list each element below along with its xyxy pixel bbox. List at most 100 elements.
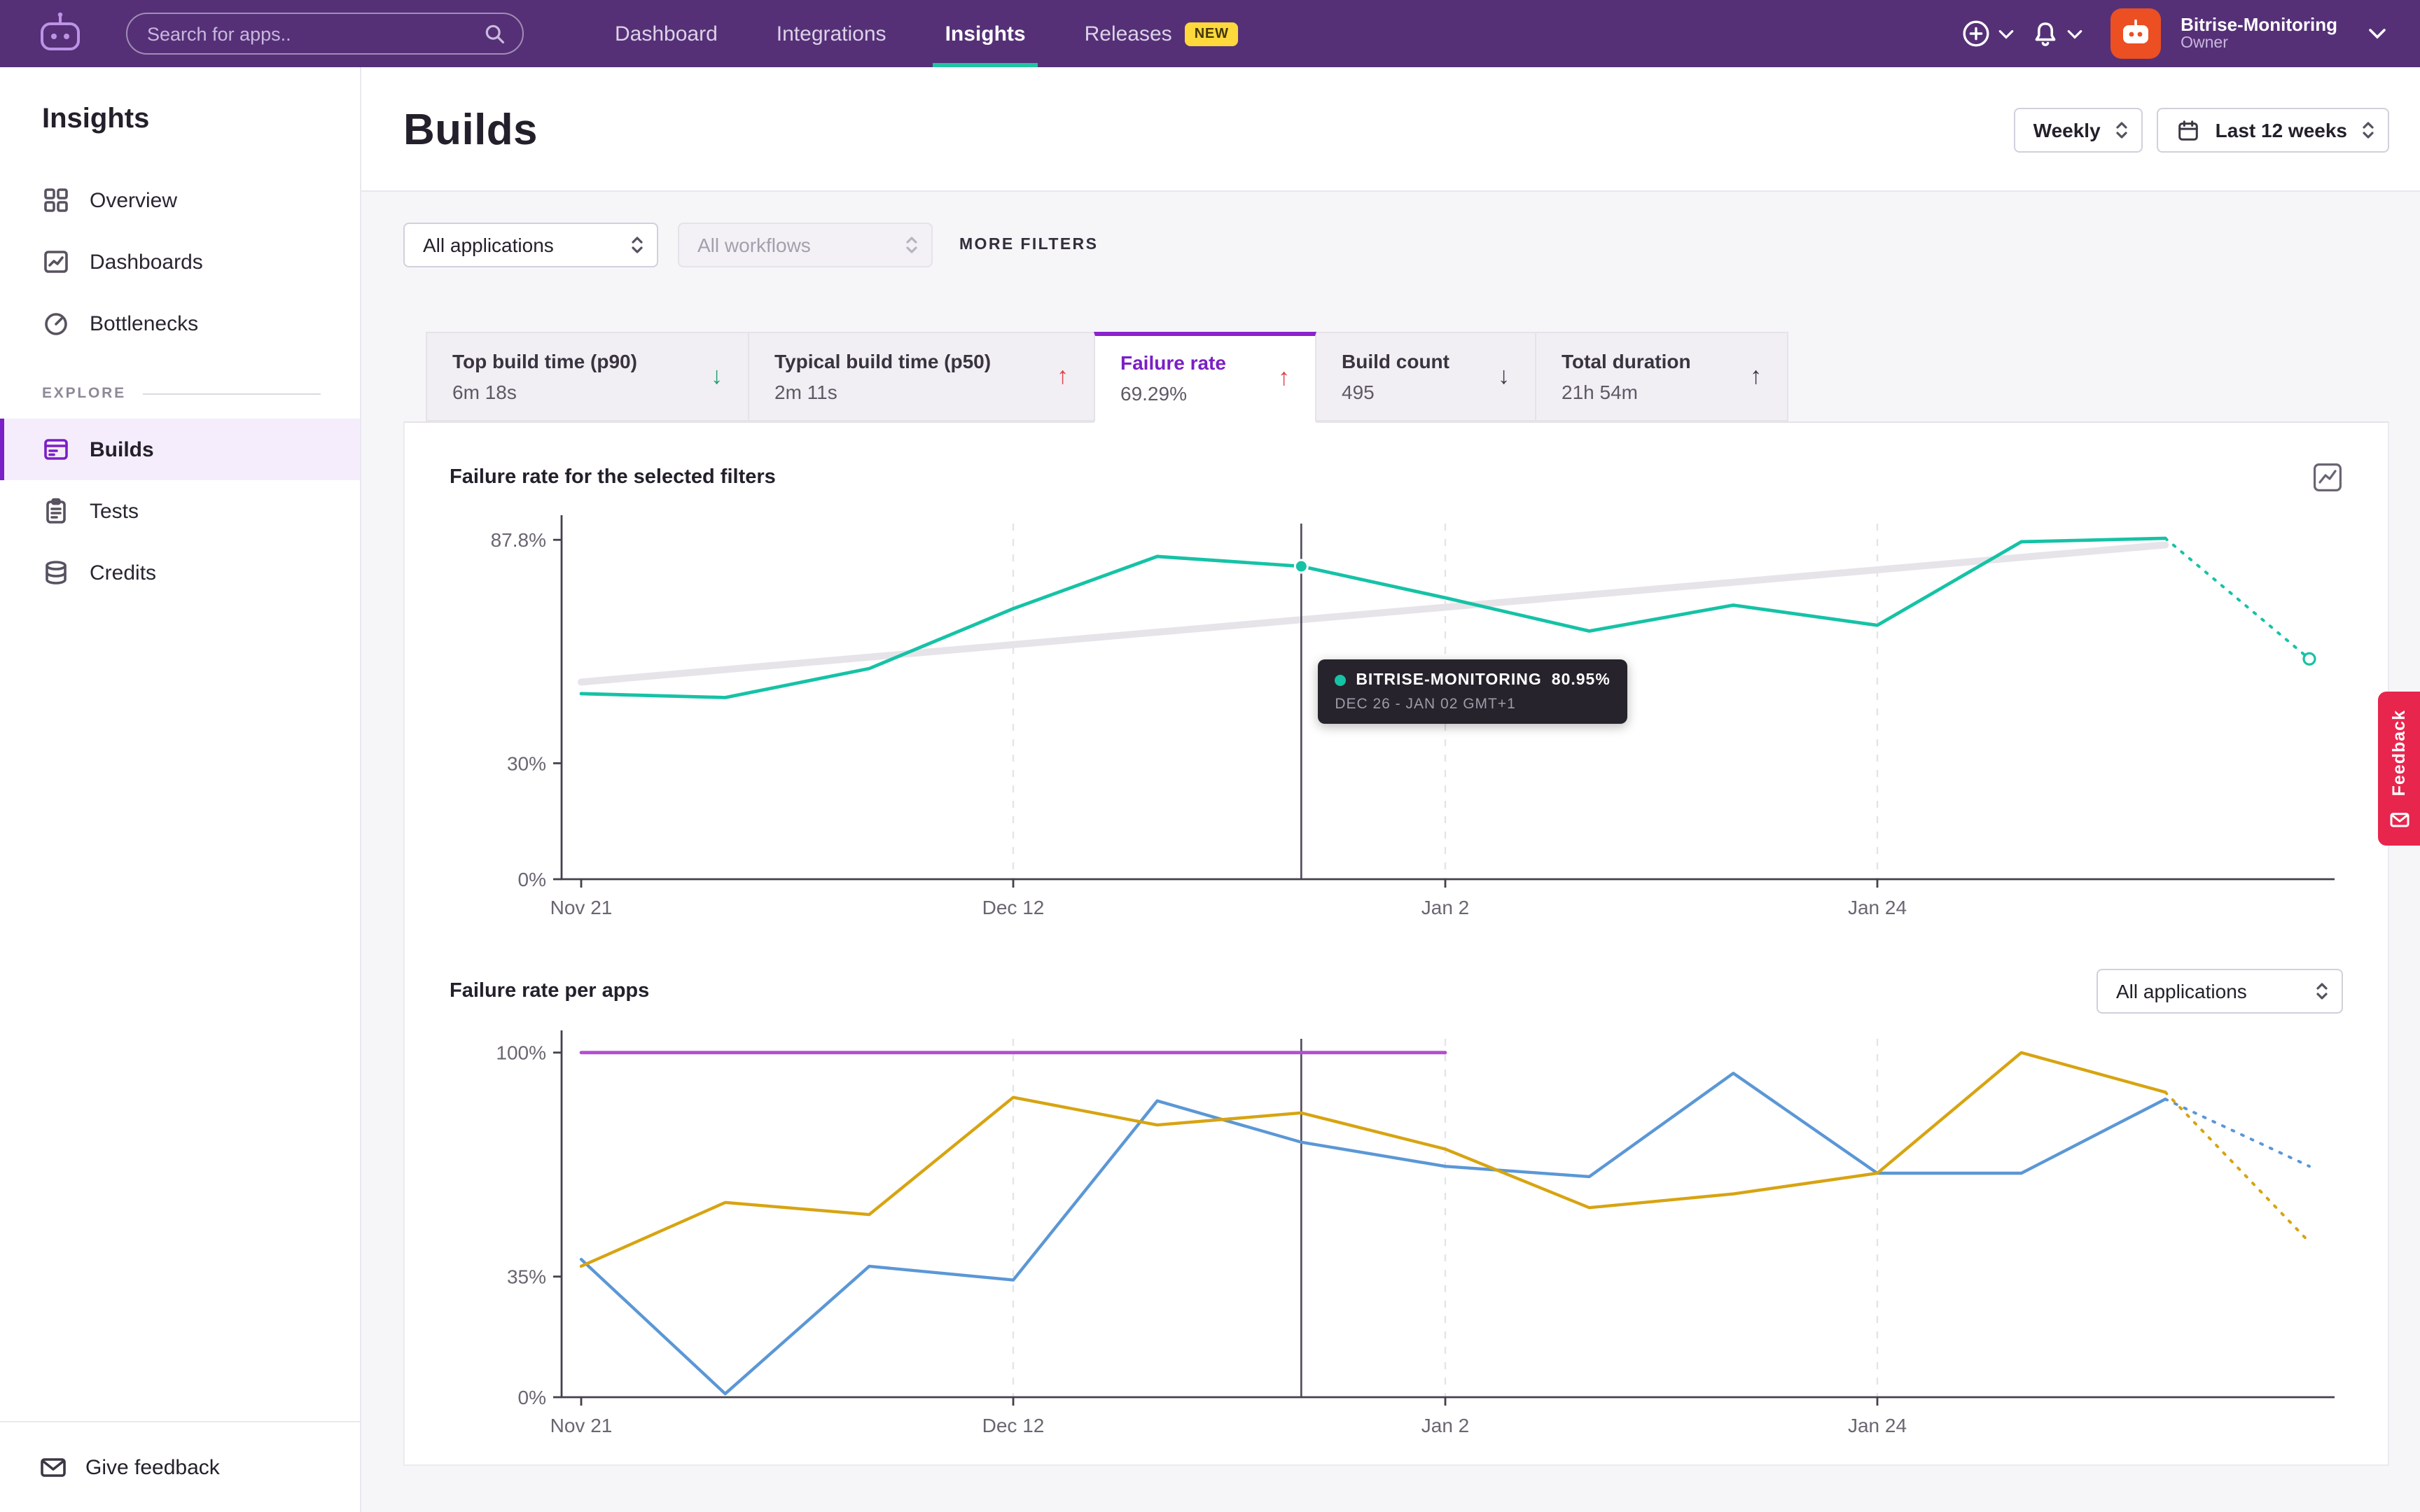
nav-releases-label: Releases xyxy=(1085,22,1172,46)
tooltip-date-range: DEC 26 - JAN 02 GMT+1 xyxy=(1335,695,1611,712)
add-new-menu[interactable] xyxy=(1961,18,2014,49)
sidebar-item-label: Dashboards xyxy=(90,250,203,274)
sidebar-item-bottlenecks[interactable]: Bottlenecks xyxy=(0,293,360,354)
search-icon[interactable] xyxy=(483,22,506,45)
chart1-title: Failure rate for the selected filters xyxy=(450,466,776,489)
sidebar-section-explore: EXPLORE xyxy=(0,354,360,419)
workspace-role: Owner xyxy=(2181,36,2337,52)
layout: Insights Overview Dashboards xyxy=(0,67,2420,1512)
envelope-icon xyxy=(39,1453,67,1481)
tab-total-duration[interactable]: Total duration 21h 54m ↑ xyxy=(1535,332,1788,421)
series-color-dot xyxy=(1335,674,1346,685)
more-filters-button[interactable]: MORE FILTERS xyxy=(959,237,1098,253)
metric-tabs: Top build time (p90) 6m 18s ↓ Typical bu… xyxy=(361,267,2420,421)
tab-failure-rate[interactable]: Failure rate 69.29% ↑ xyxy=(1094,332,1316,423)
select-carets-icon xyxy=(2315,980,2329,1002)
sidebar-title: Insights xyxy=(0,104,360,136)
trend-up-icon: ↑ xyxy=(1253,363,1290,391)
tab-top-build-time[interactable]: Top build time (p90) 6m 18s ↓ xyxy=(426,332,749,421)
sidebar-item-label: Overview xyxy=(90,188,177,212)
gauge-icon xyxy=(42,309,70,337)
topbar: Dashboard Integrations Insights Releases… xyxy=(0,0,2420,67)
notifications-menu[interactable] xyxy=(2031,19,2082,48)
sidebar-item-tests[interactable]: Tests xyxy=(0,480,360,542)
svg-text:35%: 35% xyxy=(507,1266,546,1288)
trend-up-icon: ↑ xyxy=(1031,363,1069,391)
svg-text:Dec 12: Dec 12 xyxy=(982,897,1045,918)
svg-text:Nov 21: Nov 21 xyxy=(550,897,613,918)
svg-text:Jan 24: Jan 24 xyxy=(1848,897,1907,918)
trend-down-icon: ↓ xyxy=(1473,363,1510,391)
feedback-label: Feedback xyxy=(2389,710,2409,796)
chart-type-icon[interactable] xyxy=(2312,462,2343,493)
svg-text:30%: 30% xyxy=(507,752,546,774)
bitrise-logo-icon[interactable] xyxy=(34,7,87,60)
svg-text:Jan 2: Jan 2 xyxy=(1421,897,1470,918)
plus-circle-icon xyxy=(1961,18,1991,49)
dashboard-chart-icon xyxy=(42,248,70,276)
nav-insights[interactable]: Insights xyxy=(916,0,1055,67)
applications-filter-select[interactable]: All applications xyxy=(403,223,658,267)
per-apps-select-value: All applications xyxy=(2116,980,2247,1002)
failure-rate-per-apps-chart-svg[interactable]: 100%35%0%Nov 21Dec 12Jan 2Jan 24 xyxy=(450,1025,2346,1445)
app-search xyxy=(126,13,524,55)
nav-insights-label: Insights xyxy=(945,22,1026,46)
page-title: Builds xyxy=(403,105,538,155)
tab-typical-build-time[interactable]: Typical build time (p50) 2m 11s ↑ xyxy=(748,332,1095,421)
give-feedback-label: Give feedback xyxy=(85,1455,220,1479)
nav-integrations[interactable]: Integrations xyxy=(747,0,916,67)
workspace-chevron-down-icon[interactable] xyxy=(2368,28,2386,39)
workspace-avatar[interactable] xyxy=(2110,8,2161,59)
tab-label: Total duration xyxy=(1562,350,1691,372)
builds-icon xyxy=(42,435,70,463)
grid-icon xyxy=(42,186,70,214)
sidebar-item-label: Credits xyxy=(90,561,156,584)
topbar-right: Bitrise-Monitoring Owner xyxy=(1961,8,2386,59)
select-carets-icon xyxy=(630,234,644,256)
per-apps-applications-select[interactable]: All applications xyxy=(2096,969,2343,1014)
main-nav: Dashboard Integrations Insights Releases… xyxy=(585,0,1268,67)
svg-text:Jan 24: Jan 24 xyxy=(1848,1415,1907,1436)
search-input[interactable] xyxy=(147,23,472,44)
feedback-tab[interactable]: Feedback xyxy=(2378,692,2420,845)
nav-dashboard[interactable]: Dashboard xyxy=(585,0,747,67)
tab-value: 2m 11s xyxy=(774,381,991,403)
chart2-header: Failure rate per apps All applications xyxy=(450,969,2343,1014)
nav-dashboard-label: Dashboard xyxy=(615,22,718,46)
header-controls: Weekly Last 12 weeks xyxy=(2014,108,2389,153)
filter-bar: All applications All workflows MORE FILT… xyxy=(361,192,2420,267)
sidebar-item-builds[interactable]: Builds xyxy=(0,419,360,480)
tab-label: Top build time (p90) xyxy=(452,350,637,372)
coins-icon xyxy=(42,559,70,587)
sidebar-item-label: Tests xyxy=(90,499,139,523)
divider xyxy=(143,393,321,394)
workflows-filter-value: All workflows xyxy=(697,234,811,256)
failure-rate-chart[interactable]: 87.8%30%0%Nov 21Dec 12Jan 2Jan 24 BITRIS… xyxy=(450,504,2343,927)
chart-tooltip: BITRISE-MONITORING 80.95% DEC 26 - JAN 0… xyxy=(1318,659,1627,723)
give-feedback-button[interactable]: Give feedback xyxy=(0,1421,360,1512)
failure-rate-per-apps-chart[interactable]: 100%35%0%Nov 21Dec 12Jan 2Jan 24 xyxy=(450,1025,2343,1445)
tab-value: 21h 54m xyxy=(1562,381,1691,403)
sidebar-item-dashboards[interactable]: Dashboards xyxy=(0,231,360,293)
sidebar-item-overview[interactable]: Overview xyxy=(0,169,360,231)
chart1-header: Failure rate for the selected filters xyxy=(450,462,2343,493)
sidebar-item-label: Bottlenecks xyxy=(90,312,198,335)
chart2-title: Failure rate per apps xyxy=(450,980,649,1002)
chevron-down-icon xyxy=(1998,29,2014,38)
tab-value: 6m 18s xyxy=(452,381,637,403)
tooltip-app-name: BITRISE-MONITORING xyxy=(1356,671,1541,688)
period-select[interactable]: Weekly xyxy=(2014,108,2143,153)
svg-text:0%: 0% xyxy=(518,1387,546,1408)
workflows-filter-select[interactable]: All workflows xyxy=(678,223,933,267)
sidebar-item-credits[interactable]: Credits xyxy=(0,542,360,603)
new-badge: NEW xyxy=(1185,22,1239,46)
tab-label: Typical build time (p50) xyxy=(774,350,991,372)
bell-icon xyxy=(2031,19,2060,48)
date-range-select[interactable]: Last 12 weeks xyxy=(2157,108,2389,153)
svg-text:Nov 21: Nov 21 xyxy=(550,1415,613,1436)
nav-releases[interactable]: Releases NEW xyxy=(1055,0,1268,67)
nav-integrations-label: Integrations xyxy=(777,22,886,46)
explore-label: EXPLORE xyxy=(42,385,126,402)
tab-build-count[interactable]: Build count 495 ↓ xyxy=(1315,332,1536,421)
select-carets-icon xyxy=(905,234,919,256)
